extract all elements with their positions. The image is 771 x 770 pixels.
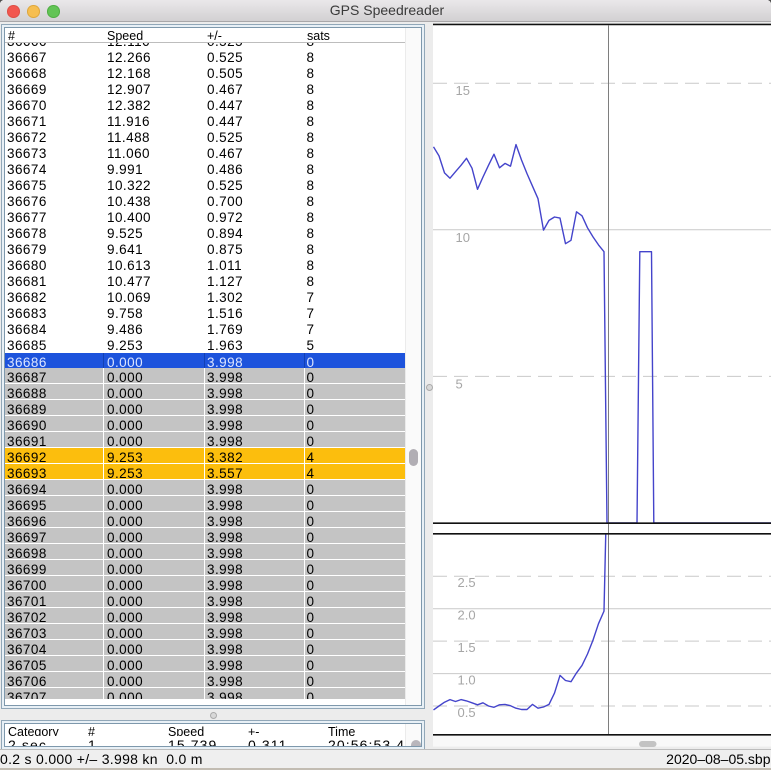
svg-text:1.0: 1.0	[458, 673, 476, 688]
svg-text:1.5: 1.5	[458, 640, 476, 655]
svg-text:0.5: 0.5	[458, 705, 476, 720]
svg-text:10: 10	[456, 230, 470, 245]
svg-text:2.5: 2.5	[458, 575, 476, 590]
svg-text:5: 5	[456, 376, 463, 391]
svg-text:15: 15	[456, 83, 470, 98]
svg-text:2.0: 2.0	[458, 608, 476, 623]
